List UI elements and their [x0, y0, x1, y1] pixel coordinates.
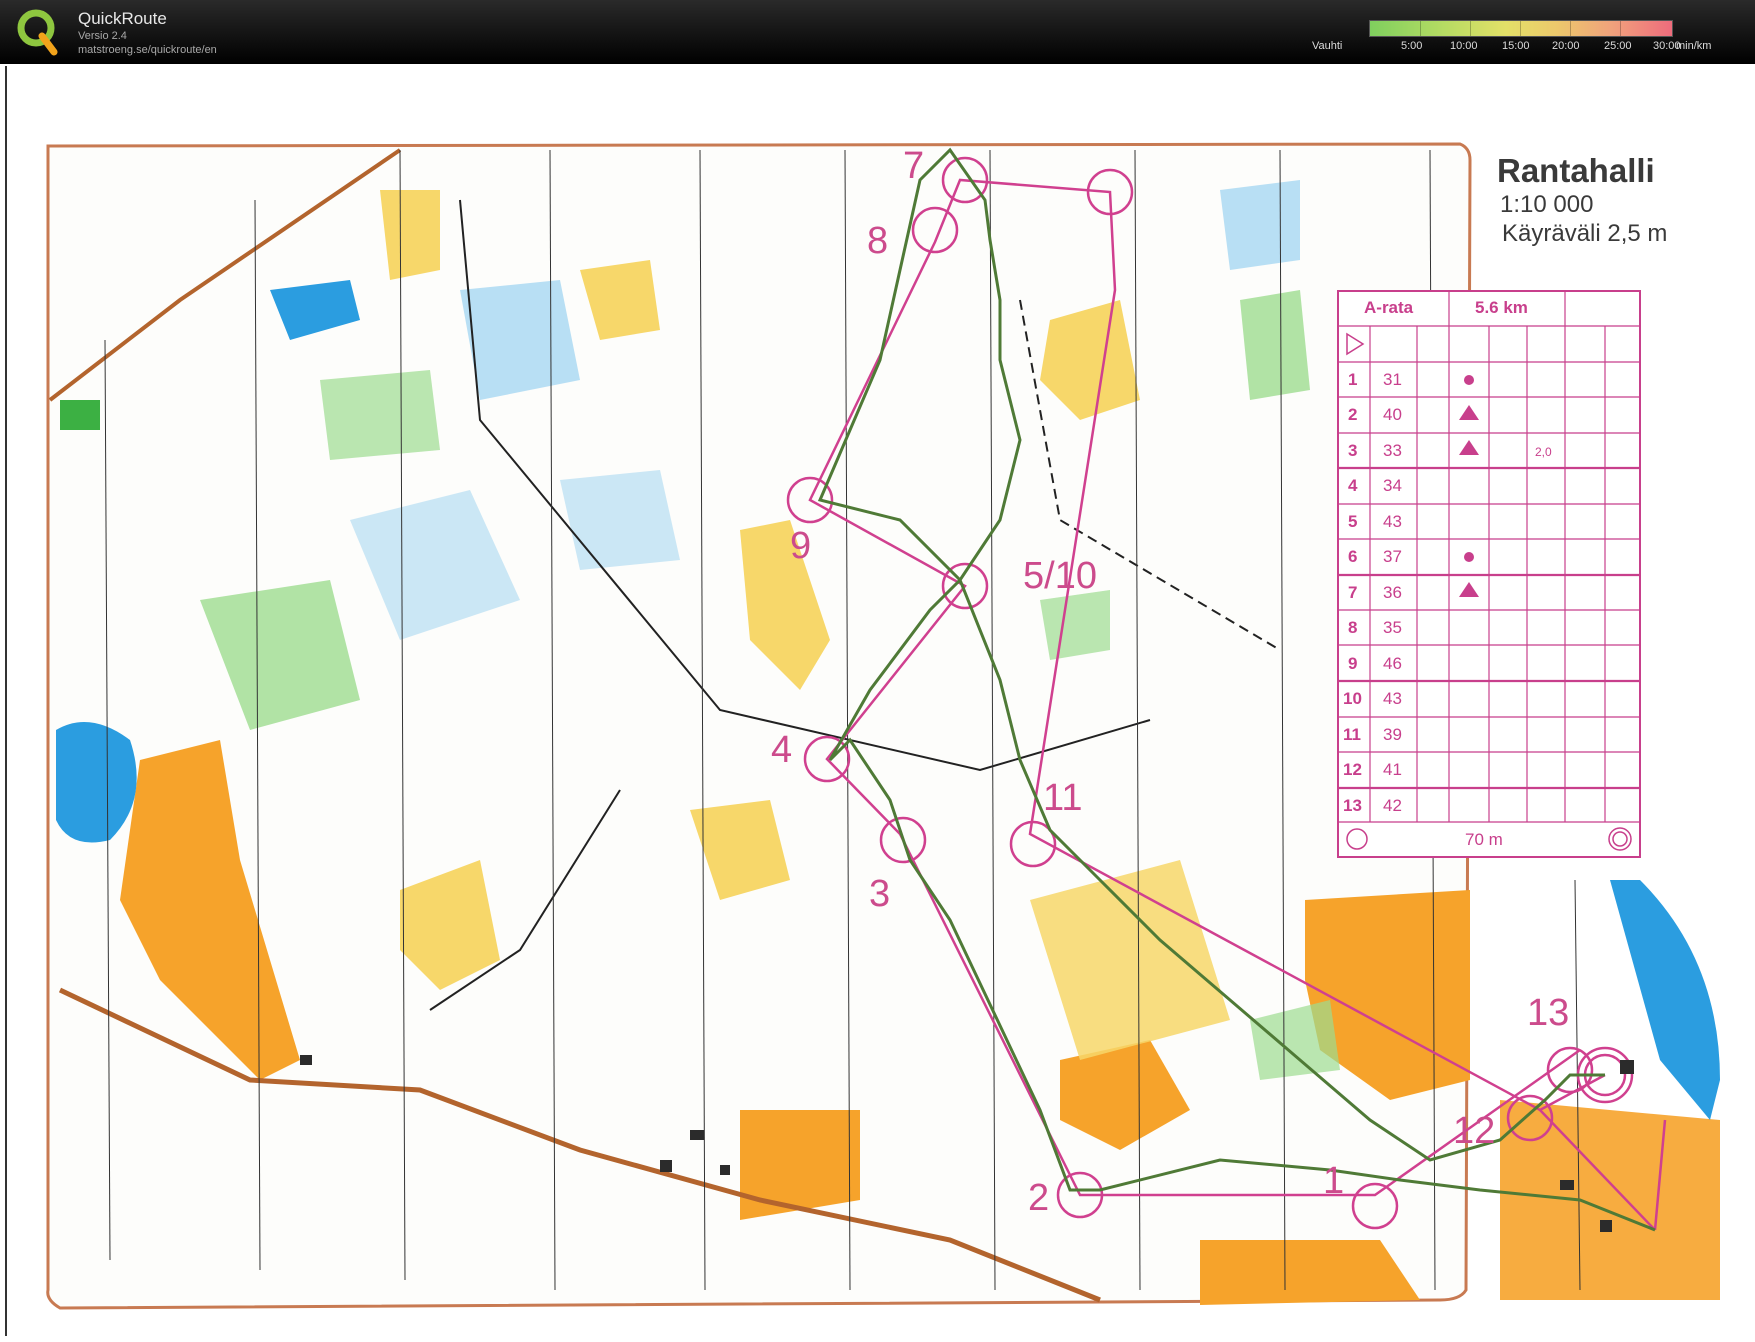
cd-dimension: 2,0 — [1535, 445, 1552, 459]
cd-control-number: 5 — [1348, 512, 1358, 531]
control-label: 12 — [1453, 1110, 1496, 1152]
cd-control-number: 4 — [1348, 476, 1358, 495]
control-label: 9 — [790, 525, 812, 567]
pace-tick: 10:00 — [1450, 40, 1478, 52]
course-length: 5.6 km — [1475, 298, 1528, 317]
pace-color-scale — [1369, 20, 1673, 37]
forest-green — [1240, 290, 1310, 400]
course-name: A-rata — [1364, 298, 1414, 317]
forest-green — [320, 370, 440, 460]
lake — [1610, 880, 1720, 1120]
forest-green — [1040, 590, 1110, 660]
map-scale: 1:10 000 — [1500, 191, 1594, 218]
map-title: Rantahalli — [1497, 152, 1655, 189]
cd-control-code: 41 — [1383, 760, 1402, 779]
open-land — [1500, 1100, 1720, 1300]
pace-unit: min/km — [1676, 40, 1712, 52]
cd-control-number: 11 — [1343, 725, 1361, 744]
map-contour-interval: Käyräväli 2,5 m — [1502, 220, 1668, 247]
control-label: 5/10 — [1023, 555, 1097, 597]
cd-control-code: 42 — [1383, 796, 1402, 815]
control-label: 8 — [867, 220, 889, 262]
pace-label: Vauhti — [1312, 40, 1343, 52]
cd-control-number: 13 — [1343, 796, 1362, 815]
cd-control-code: 33 — [1383, 441, 1402, 460]
cd-control-code: 40 — [1383, 405, 1402, 424]
marsh — [1220, 180, 1300, 270]
cd-control-code: 36 — [1383, 583, 1402, 602]
forest-green — [60, 400, 100, 430]
app-version: Versio 2.4 — [78, 30, 127, 42]
cd-control-number: 3 — [1348, 441, 1358, 460]
app-name: QuickRoute — [78, 9, 167, 28]
cd-control-code: 34 — [1383, 476, 1402, 495]
cd-control-number: 2 — [1348, 405, 1358, 424]
marsh — [560, 470, 680, 570]
control-label: 13 — [1527, 992, 1570, 1034]
control-label: 11 — [1043, 777, 1083, 819]
cd-control-code: 39 — [1383, 725, 1402, 744]
control-label: 3 — [869, 873, 891, 915]
cd-control-number: 7 — [1348, 583, 1358, 602]
cd-control-number: 9 — [1348, 654, 1358, 673]
cd-control-code: 37 — [1383, 547, 1402, 566]
control-label: 4 — [771, 729, 793, 771]
control-label: 2 — [1028, 1177, 1050, 1219]
cd-finish-distance: 70 m — [1465, 830, 1503, 849]
quickroute-logo-icon — [17, 9, 58, 56]
cd-control-number: 6 — [1348, 547, 1358, 566]
cd-control-number: 8 — [1348, 618, 1358, 637]
cd-control-code: 43 — [1383, 512, 1402, 531]
control-label: 7 — [903, 145, 925, 187]
pace-tick: 5:00 — [1401, 40, 1423, 52]
pace-tick: 20:00 — [1552, 40, 1580, 52]
pace-tick: 25:00 — [1604, 40, 1632, 52]
cd-control-code: 35 — [1383, 618, 1402, 637]
cd-control-code: 31 — [1383, 370, 1402, 389]
cd-control-code: 43 — [1383, 689, 1402, 708]
control-label: 1 — [1323, 1160, 1345, 1202]
pace-tick: 15:00 — [1502, 40, 1530, 52]
marsh — [460, 280, 580, 400]
cd-control-number: 10 — [1343, 689, 1362, 708]
cd-control-code: 46 — [1383, 654, 1402, 673]
app-url[interactable]: matstroeng.se/quickroute/en — [78, 44, 217, 56]
rough-open — [380, 190, 440, 280]
cd-control-number: 1 — [1348, 370, 1358, 389]
cd-control-number: 12 — [1343, 760, 1362, 779]
app-header: QuickRoute Versio 2.4 matstroeng.se/quic… — [0, 0, 1755, 64]
